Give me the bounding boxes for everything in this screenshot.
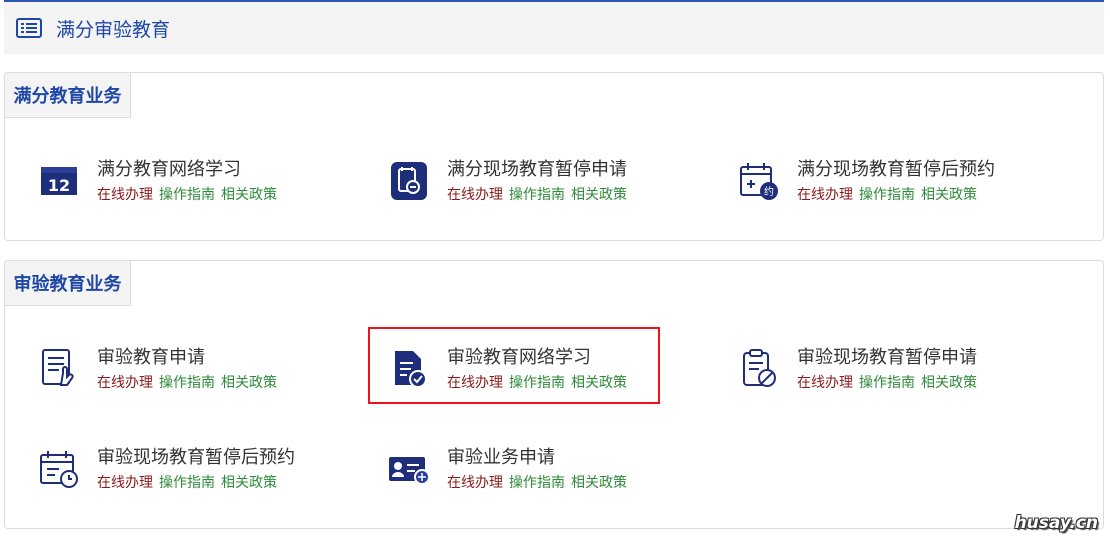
policy-link[interactable]: 相关政策 (221, 474, 277, 490)
online-link[interactable]: 在线办理 (447, 474, 503, 490)
policy-link[interactable]: 相关政策 (921, 374, 977, 390)
section-title: 满分教育业务 (5, 73, 131, 118)
page-header: 满分审验教育 (4, 0, 1104, 54)
online-link[interactable]: 在线办理 (97, 374, 153, 390)
service-name[interactable]: 审验现场教育暂停申请 (797, 345, 983, 369)
policy-link[interactable]: 相关政策 (921, 186, 977, 202)
guide-link[interactable]: 操作指南 (859, 374, 915, 390)
service-item[interactable]: 约 满分现场教育暂停后预约 在线办理 操作指南 相关政策 (737, 157, 1037, 213)
guide-link[interactable]: 操作指南 (509, 186, 565, 202)
calendar-clock-icon (37, 447, 81, 491)
calendar-12-icon: 12 (37, 159, 81, 203)
svg-text:12: 12 (48, 176, 70, 195)
pause-document-icon (387, 159, 431, 203)
service-name[interactable]: 满分现场教育暂停后预约 (797, 157, 995, 181)
document-hand-icon (37, 347, 81, 391)
service-item[interactable]: 审验现场教育暂停后预约 在线办理 操作指南 相关政策 (37, 445, 337, 501)
guide-link[interactable]: 操作指南 (159, 474, 215, 490)
watermark: husay.cn (1014, 513, 1098, 533)
service-item[interactable]: 审验业务申请 在线办理 操作指南 相关政策 (387, 445, 687, 501)
online-link[interactable]: 在线办理 (797, 186, 853, 202)
highlight-box (368, 327, 660, 404)
clipboard-ban-icon (737, 347, 781, 391)
policy-link[interactable]: 相关政策 (221, 374, 277, 390)
service-name[interactable]: 审验教育申请 (97, 345, 283, 369)
calendar-appointment-icon: 约 (737, 159, 781, 203)
online-link[interactable]: 在线办理 (97, 474, 153, 490)
section-title: 审验教育业务 (5, 261, 131, 306)
service-name[interactable]: 满分现场教育暂停申请 (447, 157, 633, 181)
online-link[interactable]: 在线办理 (97, 186, 153, 202)
section-full-score-education: 满分教育业务 12 满分教育网络学习 在线办理 操作指南 相关政策 满分现场教育… (4, 72, 1104, 241)
guide-link[interactable]: 操作指南 (159, 186, 215, 202)
service-item[interactable]: 满分现场教育暂停申请 在线办理 操作指南 相关政策 (387, 157, 687, 213)
policy-link[interactable]: 相关政策 (571, 186, 627, 202)
online-link[interactable]: 在线办理 (797, 374, 853, 390)
guide-link[interactable]: 操作指南 (159, 374, 215, 390)
guide-link[interactable]: 操作指南 (859, 186, 915, 202)
service-item[interactable]: 12 满分教育网络学习 在线办理 操作指南 相关政策 (37, 157, 337, 213)
page-title: 满分审验教育 (56, 19, 171, 41)
service-item[interactable]: 审验现场教育暂停申请 在线办理 操作指南 相关政策 (737, 345, 1037, 401)
online-link[interactable]: 在线办理 (447, 186, 503, 202)
policy-link[interactable]: 相关政策 (221, 186, 277, 202)
service-item[interactable]: 审验教育申请 在线办理 操作指南 相关政策 (37, 345, 337, 401)
guide-link[interactable]: 操作指南 (509, 474, 565, 490)
list-icon (16, 16, 46, 40)
id-card-icon (387, 447, 431, 491)
service-name[interactable]: 满分教育网络学习 (97, 157, 283, 181)
svg-text:约: 约 (764, 185, 774, 198)
service-name[interactable]: 审验业务申请 (447, 445, 633, 469)
policy-link[interactable]: 相关政策 (571, 474, 627, 490)
service-name[interactable]: 审验现场教育暂停后预约 (97, 445, 295, 469)
